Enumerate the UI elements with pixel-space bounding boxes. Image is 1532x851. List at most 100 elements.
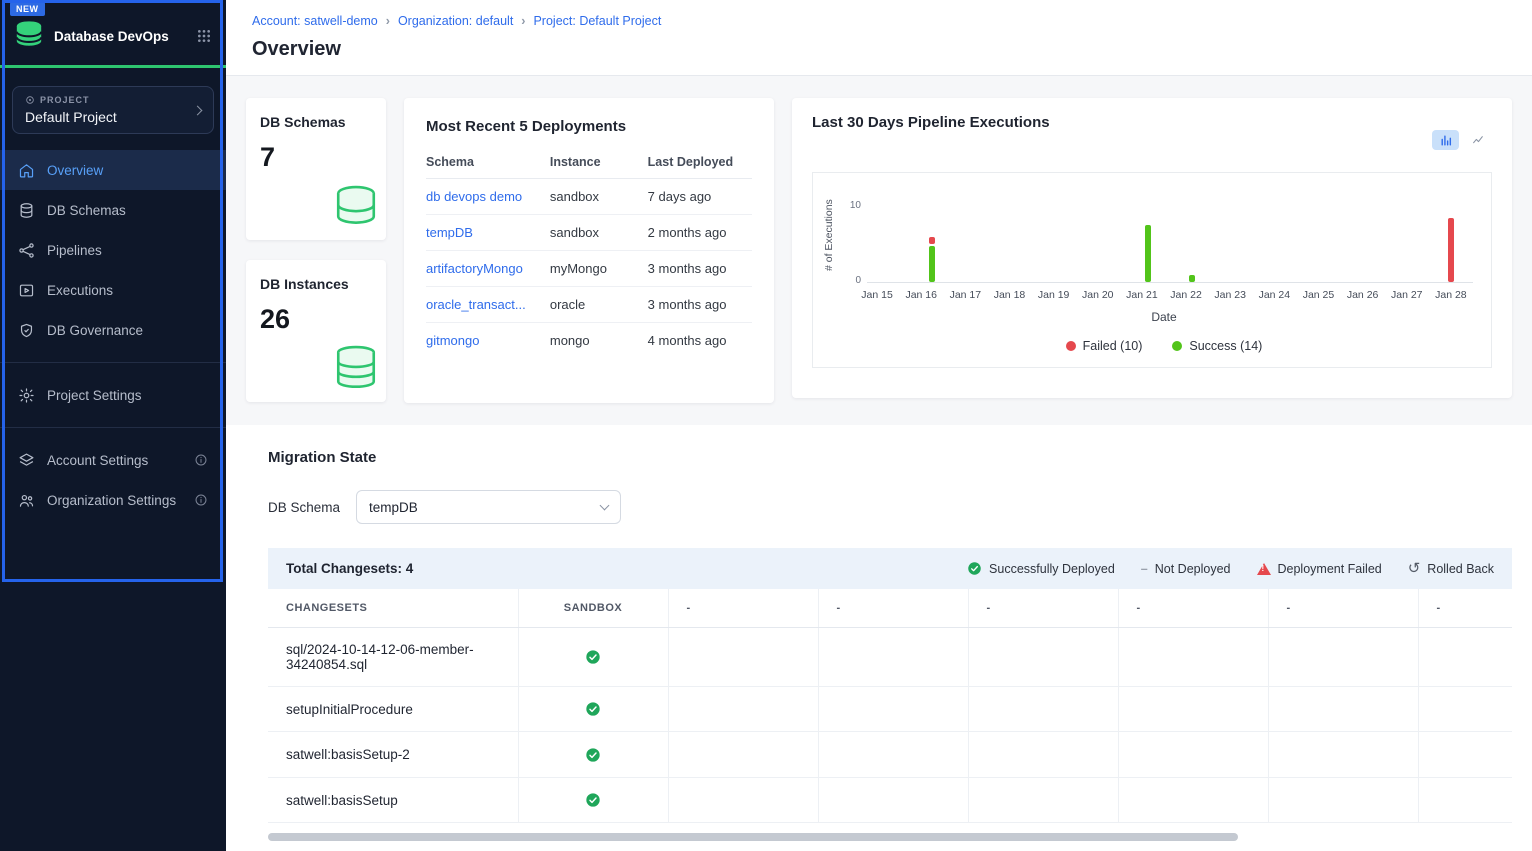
x-tick-label: Jan 21 <box>1120 289 1164 301</box>
x-tick-label: Jan 28 <box>1429 289 1473 301</box>
sidebar: NEW Database DevOps PROJECT Default Proj… <box>0 0 226 851</box>
x-tick-label: Jan 26 <box>1341 289 1385 301</box>
project-selector[interactable]: PROJECT Default Project <box>12 86 214 134</box>
sidebar-item-executions[interactable]: Executions <box>0 270 226 310</box>
changesets-table: CHANGESETS SANDBOX - - - - - - - - <box>268 589 1512 823</box>
sidebar-item-db-schemas[interactable]: DB Schemas <box>0 190 226 230</box>
changesets-summary-bar: Total Changesets: 4 Successfully Deploye… <box>268 548 1512 589</box>
migration-state-section: Migration State DB Schema tempDB Total C… <box>226 425 1532 851</box>
pipeline-icon <box>18 242 35 259</box>
failed-bar <box>1448 218 1454 282</box>
chart-legend: Failed (10)Success (14) <box>823 339 1473 353</box>
page-title: Overview <box>252 38 1506 61</box>
project-name: Default Project <box>25 109 194 125</box>
x-tick-label: Jan 25 <box>1296 289 1340 301</box>
breadcrumb-project-link[interactable]: Project: Default Project <box>533 14 661 28</box>
bar-column <box>1257 187 1300 282</box>
sidebar-item-project-settings[interactable]: Project Settings <box>0 375 226 415</box>
users-icon <box>18 492 35 509</box>
bar-column <box>1083 187 1126 282</box>
db-schema-label: DB Schema <box>268 500 340 515</box>
legend-dot <box>1066 341 1076 351</box>
failed-bar <box>929 237 935 244</box>
sidebar-item-label: Overview <box>47 163 103 178</box>
success-bar <box>929 246 935 282</box>
check-circle-icon <box>585 649 601 665</box>
sidebar-item-account-settings[interactable]: Account Settings <box>0 440 226 480</box>
bar-column <box>1386 187 1429 282</box>
table-row: db devops demo sandbox 7 days ago <box>426 179 752 215</box>
info-icon[interactable] <box>194 493 208 507</box>
column-header: - <box>1268 589 1418 628</box>
sidebar-item-pipelines[interactable]: Pipelines <box>0 230 226 270</box>
changeset-cell: satwell:basisSetup-2 <box>268 732 518 777</box>
legend-item: Failed (10) <box>1066 339 1143 353</box>
main-content: Account: satwell-demo › Organization: de… <box>226 0 1532 851</box>
x-tick-label: Jan 18 <box>987 289 1031 301</box>
chevron-right-icon <box>193 105 203 115</box>
schema-link[interactable]: oracle_transact... <box>426 297 526 312</box>
column-header: Last Deployed <box>648 147 752 179</box>
deployments-table: Schema Instance Last Deployed db devops … <box>426 147 752 358</box>
changeset-cell: sql/2024-10-14-12-06-member-34240854.sql <box>268 628 518 687</box>
chart-title: Last 30 Days Pipeline Executions <box>812 114 1050 131</box>
layers-icon <box>18 452 35 469</box>
column-header: - <box>668 589 818 628</box>
y-tick-label: 0 <box>835 275 861 286</box>
sidebar-item-organization-settings[interactable]: Organization Settings <box>0 480 226 520</box>
breadcrumb-account-link[interactable]: Account: satwell-demo <box>252 14 378 28</box>
dash-icon: – <box>1141 562 1148 576</box>
legend-deployment-failed: Deployment Failed <box>1257 562 1382 576</box>
rollback-icon: ↺ <box>1408 561 1421 576</box>
breadcrumb-separator: › <box>521 14 525 28</box>
sidebar-item-db-governance[interactable]: DB Governance <box>0 310 226 350</box>
bar-column <box>1040 187 1083 282</box>
schema-link[interactable]: gitmongo <box>426 333 479 348</box>
sidebar-item-label: Executions <box>47 283 113 298</box>
database-cylinder-icon <box>330 185 382 236</box>
gear-icon <box>18 387 35 404</box>
db-schemas-card: DB Schemas 7 <box>246 98 386 240</box>
table-row: sql/2024-10-14-12-06-member-34240854.sql <box>268 628 1512 687</box>
bar-chart-icon[interactable] <box>1432 130 1459 150</box>
table-row: gitmongo mongo 4 months ago <box>426 323 752 359</box>
app-logo-database-icon <box>14 20 44 52</box>
changeset-cell: satwell:basisSetup <box>268 777 518 822</box>
line-chart-icon[interactable] <box>1465 130 1492 150</box>
chart-type-toggle <box>1432 130 1492 150</box>
app-title: Database DevOps <box>54 29 186 44</box>
schema-link[interactable]: db devops demo <box>426 189 522 204</box>
instance-cell: oracle <box>550 287 648 323</box>
total-changesets-label: Total Changesets: 4 <box>286 561 413 576</box>
y-tick-label: 10 <box>835 200 861 211</box>
database-icon <box>18 202 35 219</box>
breadcrumb-organization-link[interactable]: Organization: default <box>398 14 513 28</box>
bar-column <box>1343 187 1386 282</box>
project-label: PROJECT <box>40 95 90 105</box>
sidebar-item-overview[interactable]: Overview <box>0 150 226 190</box>
db-instances-card: DB Instances 26 <box>246 260 386 402</box>
column-header: - <box>968 589 1118 628</box>
recent-deployments-card: Most Recent 5 Deployments Schema Instanc… <box>404 98 774 403</box>
db-schema-select[interactable]: tempDB <box>356 490 621 524</box>
scrollbar-thumb[interactable] <box>268 833 1238 841</box>
sidebar-item-label: Account Settings <box>47 453 148 468</box>
apps-grid-icon[interactable] <box>196 28 212 44</box>
column-header: - <box>1118 589 1268 628</box>
x-tick-label: Jan 19 <box>1032 289 1076 301</box>
db-schema-selected-value: tempDB <box>369 500 418 515</box>
bar-column <box>1300 187 1343 282</box>
sidebar-item-label: Pipelines <box>47 243 102 258</box>
x-tick-label: Jan 16 <box>899 289 943 301</box>
bar-column <box>1213 187 1256 282</box>
x-tick-label: Jan 23 <box>1208 289 1252 301</box>
shield-icon <box>18 322 35 339</box>
schema-link[interactable]: artifactoryMongo <box>426 261 523 276</box>
schema-link[interactable]: tempDB <box>426 225 473 240</box>
legend-rolled-back: ↺ Rolled Back <box>1408 561 1494 576</box>
home-icon <box>18 162 35 179</box>
info-icon[interactable] <box>194 453 208 467</box>
table-row: satwell:basisSetup-2 <box>268 732 1512 777</box>
table-row: oracle_transact... oracle 3 months ago <box>426 287 752 323</box>
success-bar <box>1145 225 1151 282</box>
